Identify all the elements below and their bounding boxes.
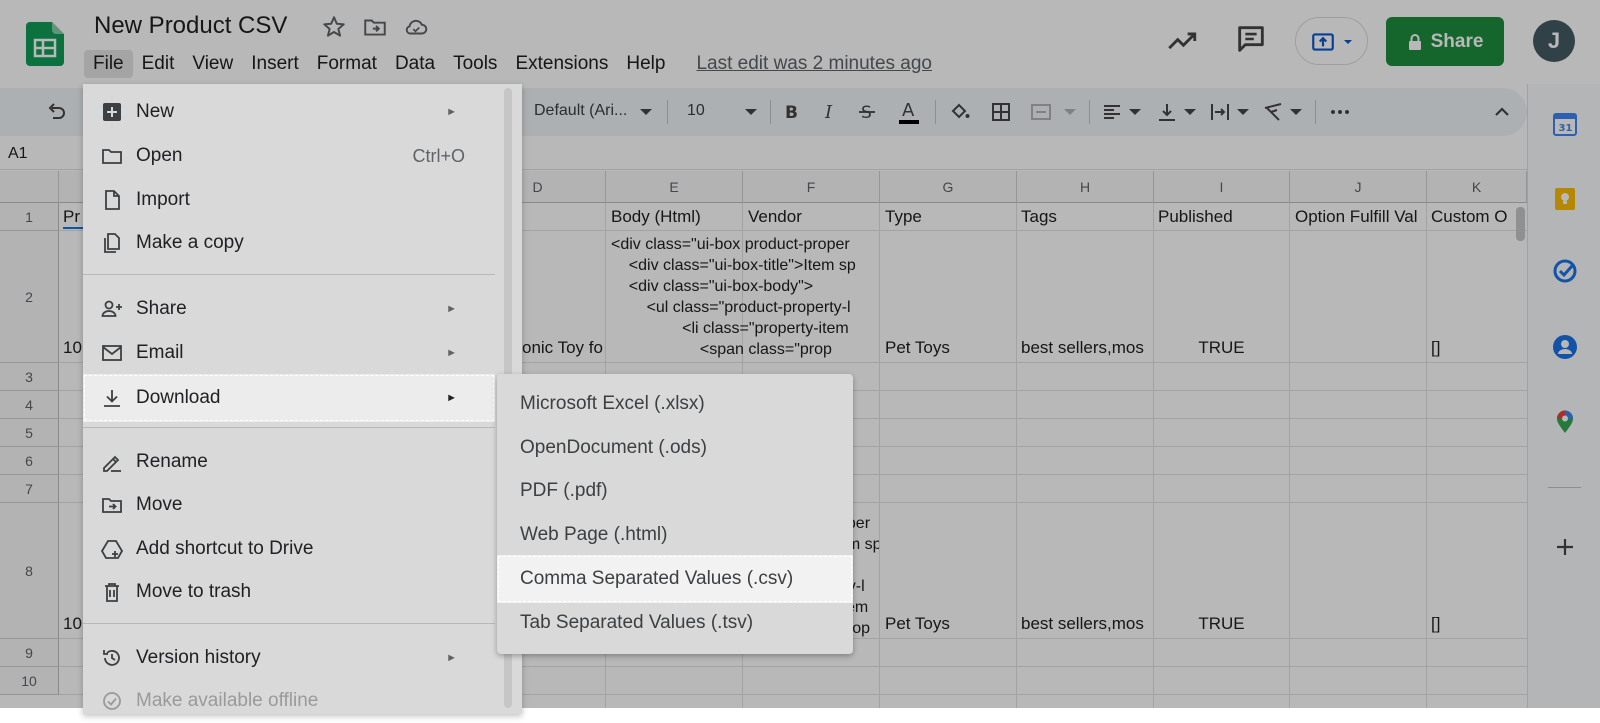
submenu-label: Microsoft Excel (.xlsx) (520, 393, 705, 414)
file-menu-label: Email (136, 342, 184, 363)
file-menu-label: Make available offline (136, 690, 319, 711)
submenu-arrow-icon: ► (446, 106, 457, 118)
file-menu-add-shortcut[interactable]: Add shortcut to Drive (83, 527, 495, 571)
drive-shortcut-icon (101, 540, 123, 559)
file-menu-label: Move to trash (136, 581, 252, 602)
menu-separator (83, 274, 495, 275)
download-csv[interactable]: Comma Separated Values (.csv) (497, 555, 853, 603)
trash-icon (105, 583, 119, 602)
new-sheet-icon (103, 103, 121, 121)
file-menu-import[interactable]: Import (83, 178, 495, 222)
submenu-arrow-icon: ► (446, 392, 457, 404)
file-menu-label: Add shortcut to Drive (136, 538, 314, 559)
shortcut-text: Ctrl+O (412, 145, 465, 166)
download-html[interactable]: Web Page (.html) (497, 513, 853, 557)
submenu-label: OpenDocument (.ods) (520, 437, 707, 458)
file-icon (105, 190, 120, 210)
file-menu-email[interactable]: Email ► (83, 331, 495, 375)
person-add-icon (101, 300, 122, 317)
file-menu-download[interactable]: Download ► (83, 374, 495, 422)
download-icon (104, 390, 120, 407)
move-icon (102, 498, 122, 513)
menu-separator (83, 623, 495, 624)
offline-icon (103, 692, 121, 710)
download-tsv[interactable]: Tab Separated Values (.tsv) (497, 601, 853, 645)
file-menu-label: Move (136, 494, 183, 515)
file-menu-move[interactable]: Move (83, 483, 495, 527)
submenu-arrow-icon: ► (446, 347, 457, 359)
file-menu-share[interactable]: Share ► (83, 287, 495, 331)
submenu-label: Comma Separated Values (.csv) (520, 568, 794, 589)
file-menu-version-history[interactable]: Version history ► (83, 636, 495, 680)
submenu-arrow-icon: ► (446, 303, 457, 315)
file-menu-make-available-offline: Make available offline (83, 679, 495, 723)
file-menu-rename[interactable]: Rename (83, 440, 495, 484)
file-menu-label: New (136, 101, 175, 122)
menu-separator (83, 427, 495, 428)
file-menu-make-copy[interactable]: Make a copy (83, 221, 495, 265)
file-menu-label: Version history (136, 647, 261, 668)
submenu-label: PDF (.pdf) (520, 480, 608, 501)
file-menu: New ► Open Ctrl+O Import Make a copy Sha… (83, 84, 522, 714)
folder-icon (102, 149, 122, 164)
file-menu-label: Open (136, 145, 183, 166)
copy-icon (104, 233, 120, 253)
history-icon (103, 650, 120, 666)
file-menu-move-to-trash[interactable]: Move to trash (83, 570, 495, 614)
rename-icon (103, 455, 121, 472)
download-pdf[interactable]: PDF (.pdf) (497, 469, 853, 513)
file-menu-label: Make a copy (136, 232, 244, 253)
submenu-arrow-icon: ► (446, 652, 457, 664)
download-submenu: Microsoft Excel (.xlsx) OpenDocument (.o… (497, 374, 853, 654)
email-icon (102, 345, 122, 361)
submenu-label: Web Page (.html) (520, 524, 668, 545)
file-menu-label: Import (136, 189, 190, 210)
file-menu-label: Share (136, 298, 187, 319)
file-menu-new[interactable]: New ► (83, 90, 495, 134)
submenu-label: Tab Separated Values (.tsv) (520, 612, 754, 633)
file-menu-label: Rename (136, 451, 208, 472)
download-xlsx[interactable]: Microsoft Excel (.xlsx) (497, 382, 853, 426)
download-ods[interactable]: OpenDocument (.ods) (497, 426, 853, 470)
file-menu-label: Download (136, 387, 221, 408)
file-menu-open[interactable]: Open Ctrl+O (83, 134, 495, 178)
